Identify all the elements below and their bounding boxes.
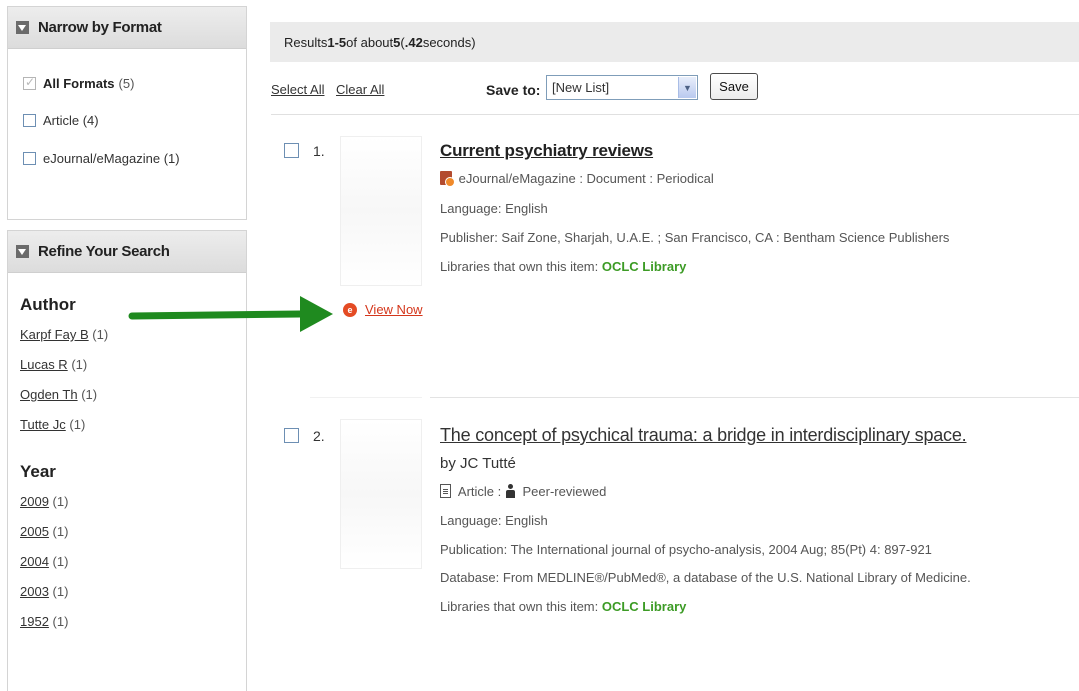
format-label-article: Article (4) (43, 113, 99, 128)
year-facet-item: 1952 (1) (20, 614, 246, 629)
save-button[interactable]: Save (710, 73, 758, 100)
author-facet-title: Author (20, 295, 76, 314)
record-2-thumbnail[interactable] (340, 419, 422, 569)
author-facet-item: Karpf Fay B (1) (20, 327, 246, 342)
year-link-2003[interactable]: 2003 (20, 584, 49, 599)
narrow-by-format-panel: Narrow by Format All Formats (5) Article… (7, 6, 247, 220)
results-mid: of about (346, 34, 394, 50)
record-separator (430, 397, 1079, 398)
format-option-ejournal[interactable]: eJournal/eMagazine (1) (23, 151, 246, 166)
results-prefix: Results (284, 34, 328, 50)
record-2-format-peer: Peer-reviewed (522, 484, 607, 499)
results-time: .42 (404, 34, 423, 50)
record-2-libraries: Libraries that own this item: OCLC Libra… (440, 599, 686, 614)
author-facet-item: Tutte Jc (1) (20, 417, 246, 432)
record-1-language: Language: English (440, 201, 548, 216)
results-toolbar: Select All Clear All Save to: [New List]… (271, 72, 1079, 115)
format-checkbox-ejournal[interactable] (23, 152, 36, 165)
author-count: (1) (81, 387, 98, 402)
format-count-all: (5) (118, 76, 135, 91)
year-link-2009[interactable]: 2009 (20, 494, 49, 509)
year-count: (1) (52, 614, 69, 629)
select-all-link[interactable]: Select All (271, 82, 324, 97)
view-now-icon[interactable]: e (343, 302, 357, 317)
narrow-by-format-header[interactable]: Narrow by Format (8, 7, 246, 49)
results-range: 1-5 (327, 34, 347, 50)
record-2-number: 2. (313, 428, 325, 444)
author-link-lucas[interactable]: Lucas R (20, 357, 68, 372)
record-1-libraries-label: Libraries that own this item: (440, 259, 602, 274)
save-to-value: [New List] (552, 80, 610, 95)
refine-search-header[interactable]: Refine Your Search (8, 231, 246, 273)
record-1-format-text: eJournal/eMagazine : Document : Periodic… (458, 171, 714, 186)
record-2-format: Article : Peer-reviewed (440, 484, 606, 499)
collapse-triangle-icon[interactable] (16, 245, 29, 258)
format-checkbox-article[interactable] (23, 114, 36, 127)
results-time-close: seconds) (422, 34, 476, 50)
author-count: (1) (69, 417, 86, 432)
year-link-1952[interactable]: 1952 (20, 614, 49, 629)
year-count: (1) (52, 494, 69, 509)
record-2-library-link[interactable]: OCLC Library (602, 599, 687, 614)
record-2-author: by JC Tutté (440, 455, 516, 472)
chevron-down-icon[interactable]: ▼ (678, 77, 696, 98)
annotation-arrow-head (300, 296, 333, 332)
record-1-thumbnail[interactable] (340, 136, 422, 286)
year-facet-title: Year (20, 462, 56, 481)
narrow-by-format-title: Narrow by Format (38, 19, 162, 36)
year-count: (1) (52, 554, 69, 569)
year-facet-item: 2009 (1) (20, 494, 246, 509)
year-count: (1) (52, 584, 69, 599)
record-1-format: eJournal/eMagazine : Document : Periodic… (440, 171, 714, 187)
document-icon (440, 484, 451, 498)
author-count: (1) (92, 327, 109, 342)
year-count: (1) (52, 524, 69, 539)
refine-search-title: Refine Your Search (38, 243, 170, 260)
save-to-label: Save to: (486, 82, 541, 98)
author-count: (1) (71, 357, 88, 372)
record-2-checkbox[interactable] (284, 428, 299, 443)
record-1-number: 1. (313, 143, 325, 159)
format-option-all[interactable]: All Formats (5) (23, 75, 246, 91)
save-to-select[interactable]: [New List] ▼ (546, 75, 698, 100)
collapse-triangle-icon[interactable] (16, 21, 29, 34)
record-2-database: Database: From MEDLINE®/PubMed®, a datab… (440, 570, 971, 585)
record-1-library-link[interactable]: OCLC Library (602, 259, 687, 274)
record-2-publication: Publication: The International journal o… (440, 542, 932, 557)
author-link-ogden[interactable]: Ogden Th (20, 387, 78, 402)
record-1-libraries: Libraries that own this item: OCLC Libra… (440, 259, 686, 274)
author-facet-item: Ogden Th (1) (20, 387, 246, 402)
format-label-all: All Formats (43, 76, 115, 91)
view-now-label[interactable]: View Now (365, 302, 423, 317)
author-facet-item: Lucas R (1) (20, 357, 246, 372)
author-link-karpf[interactable]: Karpf Fay B (20, 327, 89, 342)
author-link-tutte[interactable]: Tutte Jc (20, 417, 66, 432)
record-1-title[interactable]: Current psychiatry reviews (440, 141, 653, 161)
year-link-2004[interactable]: 2004 (20, 554, 49, 569)
clear-all-link[interactable]: Clear All (336, 82, 384, 97)
record-separator-left (310, 397, 422, 398)
record-1-checkbox[interactable] (284, 143, 299, 158)
record-1-publisher: Publisher: Saif Zone, Sharjah, U.A.E. ; … (440, 230, 950, 245)
record-2-format-sep: : (497, 484, 505, 499)
refine-search-panel: Refine Your Search Author Karpf Fay B (1… (7, 230, 247, 691)
ejournal-icon (440, 171, 455, 187)
results-summary-bar: Results 1-5 of about 5 ( .42 seconds) (270, 22, 1079, 62)
view-now-link[interactable]: e View Now (343, 302, 423, 317)
record-2-title[interactable]: The concept of psychical trauma: a bridg… (440, 425, 967, 446)
peer-reviewed-icon (505, 484, 516, 498)
format-label-ejournal: eJournal/eMagazine (1) (43, 151, 180, 166)
record-2-libraries-label: Libraries that own this item: (440, 599, 602, 614)
record-2-language: Language: English (440, 513, 548, 528)
record-2-format-article: Article (457, 484, 495, 499)
year-link-2005[interactable]: 2005 (20, 524, 49, 539)
year-facet-item: 2004 (1) (20, 554, 246, 569)
year-facet-item: 2003 (1) (20, 584, 246, 599)
results-total: 5 (393, 34, 401, 50)
format-option-article[interactable]: Article (4) (23, 113, 246, 128)
format-checkbox-all[interactable] (23, 75, 36, 90)
year-facet-item: 2005 (1) (20, 524, 246, 539)
